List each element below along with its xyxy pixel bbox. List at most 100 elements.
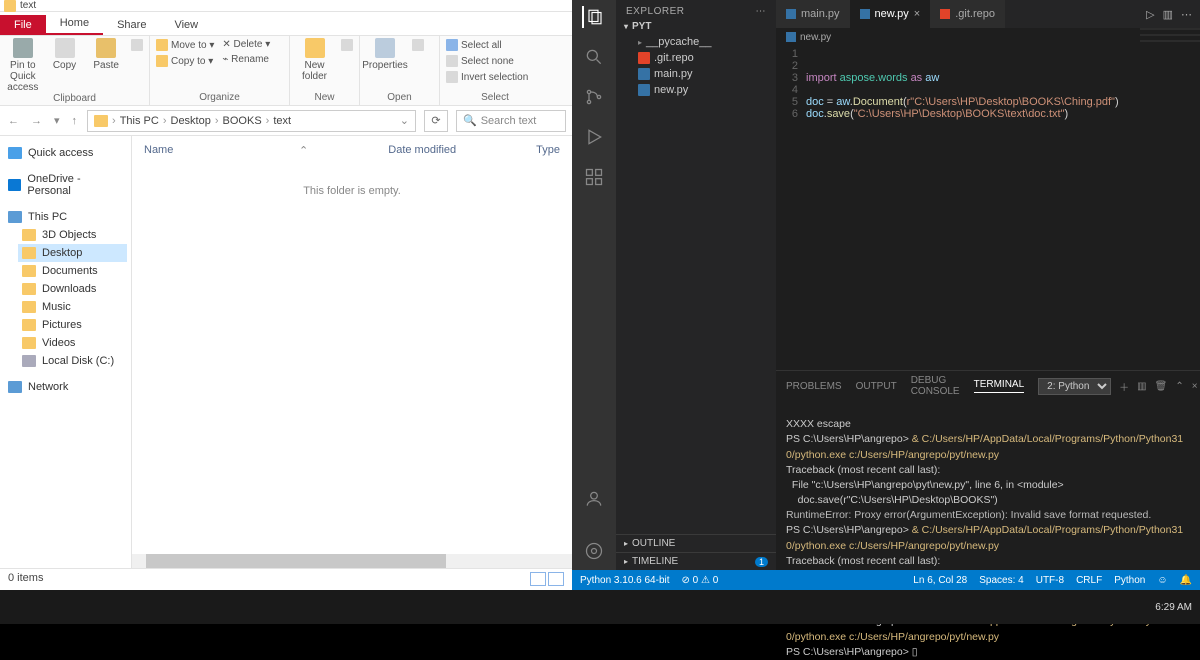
panel-tab-debug[interactable]: DEBUG CONSOLE	[911, 375, 960, 397]
tab-new[interactable]: new.py×	[850, 0, 931, 28]
properties-button[interactable]: Properties	[364, 38, 406, 71]
split-editor-button[interactable]: ▥	[1163, 8, 1173, 21]
close-panel-button[interactable]: ×	[1192, 381, 1198, 392]
up-button[interactable]: ↑	[70, 115, 80, 127]
new-folder-button[interactable]: New folder	[294, 38, 335, 82]
file-main[interactable]: main.py	[616, 66, 776, 82]
invert-selection-button[interactable]: Invert selection	[444, 70, 530, 84]
settings-icon[interactable]	[583, 540, 605, 562]
terminal-selector[interactable]: 2: Python	[1038, 378, 1111, 395]
taskbar[interactable]: 6:29 AM	[0, 590, 1200, 624]
details-view-button[interactable]	[530, 572, 546, 586]
tab-file[interactable]: File	[0, 15, 46, 35]
status-notifications[interactable]: 🔔	[1180, 575, 1192, 586]
more-icon[interactable]: ⋯	[756, 6, 767, 17]
paste-button[interactable]: Paste	[87, 38, 125, 71]
split-terminal-button[interactable]: ▥	[1137, 381, 1146, 392]
minimap[interactable]	[1140, 28, 1200, 108]
breadcrumb-item[interactable]: text	[273, 115, 291, 127]
accounts-icon[interactable]	[583, 488, 605, 510]
file-gitrepo[interactable]: .git.repo	[616, 50, 776, 66]
scm-activity-icon[interactable]	[583, 86, 605, 108]
tree-videos[interactable]: Videos	[18, 334, 127, 352]
cut-button[interactable]	[129, 38, 145, 52]
breadcrumb-item[interactable]: BOOKS	[223, 115, 262, 127]
search-input[interactable]: 🔍Search text	[456, 110, 566, 132]
tab-main[interactable]: main.py	[776, 0, 850, 28]
forward-button[interactable]: →	[29, 115, 44, 127]
tree-documents[interactable]: Documents	[18, 262, 127, 280]
file-list-area[interactable]: Name ⌃ Date modified Type This folder is…	[132, 136, 572, 568]
status-python[interactable]: Python 3.10.6 64-bit	[580, 575, 670, 586]
search-activity-icon[interactable]	[583, 46, 605, 68]
refresh-button[interactable]: ⟳	[424, 110, 448, 132]
timeline-section[interactable]: TIMELINE1	[616, 552, 776, 570]
status-spaces[interactable]: Spaces: 4	[979, 575, 1023, 586]
recent-dropdown[interactable]: ▾	[52, 114, 62, 127]
status-cursor[interactable]: Ln 6, Col 28	[913, 575, 967, 586]
status-eol[interactable]: CRLF	[1076, 575, 1102, 586]
copy-button[interactable]: Copy	[46, 38, 84, 71]
back-button[interactable]: ←	[6, 115, 21, 127]
code-editor[interactable]: 1 2 3import aspose.words as aw 4 5doc = …	[776, 46, 1200, 122]
file-new[interactable]: new.py	[616, 82, 776, 98]
python-icon	[638, 84, 650, 96]
extensions-activity-icon[interactable]	[583, 166, 605, 188]
explorer-activity-icon[interactable]	[582, 6, 604, 28]
tab-share[interactable]: Share	[103, 15, 160, 35]
window-titlebar[interactable]: text	[0, 0, 572, 12]
outline-section[interactable]: OUTLINE	[616, 534, 776, 552]
kill-terminal-button[interactable]: 🗑	[1155, 381, 1168, 392]
scrollbar-thumb[interactable]	[146, 554, 446, 568]
col-date[interactable]: Date modified	[388, 144, 456, 157]
new-item-button[interactable]	[339, 38, 355, 52]
status-encoding[interactable]: UTF-8	[1036, 575, 1064, 586]
tab-gitrepo[interactable]: .git.repo	[930, 0, 1005, 28]
group-label-select: Select	[444, 92, 546, 103]
horizontal-scrollbar[interactable]	[132, 554, 572, 568]
tree-pictures[interactable]: Pictures	[18, 316, 127, 334]
move-to-button[interactable]: Move to ▾	[154, 38, 216, 52]
more-actions-button[interactable]: ⋯	[1181, 8, 1192, 21]
maximize-panel-button[interactable]: ⌃	[1175, 381, 1183, 392]
workspace-header[interactable]: PYT	[616, 19, 776, 34]
breadcrumb-item[interactable]: Desktop	[171, 115, 211, 127]
pin-quick-access-button[interactable]: Pin to Quick access	[4, 38, 42, 93]
tree-local-disk[interactable]: Local Disk (C:)	[18, 352, 127, 370]
status-diagnostics[interactable]: ⊘ 0 ⚠ 0	[682, 575, 719, 586]
tab-home[interactable]: Home	[46, 13, 103, 35]
debug-activity-icon[interactable]	[583, 126, 605, 148]
delete-button[interactable]: ✕ Delete ▾	[220, 38, 272, 51]
tree-network[interactable]: Network	[4, 378, 127, 396]
tree-onedrive[interactable]: OneDrive - Personal	[4, 170, 127, 200]
new-terminal-button[interactable]: ＋	[1119, 379, 1129, 394]
status-feedback[interactable]: ☺	[1157, 575, 1167, 586]
status-language[interactable]: Python	[1114, 575, 1145, 586]
select-none-button[interactable]: Select none	[444, 54, 530, 68]
copy-to-button[interactable]: Copy to ▾	[154, 54, 216, 68]
tab-view[interactable]: View	[160, 15, 212, 35]
close-icon[interactable]: ×	[914, 8, 920, 20]
rename-button[interactable]: ⌁ Rename	[220, 53, 272, 66]
breadcrumb-item[interactable]: This PC	[120, 115, 159, 127]
panel-tab-output[interactable]: OUTPUT	[856, 381, 897, 392]
breadcrumb[interactable]: › This PC› Desktop› BOOKS› text ⌄	[87, 110, 416, 132]
system-clock[interactable]: 6:29 AM	[1155, 602, 1192, 613]
editor-breadcrumb[interactable]: new.py	[776, 28, 1200, 46]
breadcrumb-dropdown[interactable]: ⌄	[400, 114, 409, 127]
tree-downloads[interactable]: Downloads	[18, 280, 127, 298]
thumbnails-view-button[interactable]	[548, 572, 564, 586]
tree-quick-access[interactable]: Quick access	[4, 144, 127, 162]
tree-this-pc[interactable]: This PC	[4, 208, 127, 226]
tree-desktop[interactable]: Desktop	[18, 244, 127, 262]
tree-music[interactable]: Music	[18, 298, 127, 316]
folder-pycache[interactable]: ▸__pycache__	[616, 34, 776, 50]
panel-tab-terminal[interactable]: TERMINAL	[974, 379, 1025, 393]
tree-3d-objects[interactable]: 3D Objects	[18, 226, 127, 244]
col-type[interactable]: Type	[536, 144, 560, 157]
open-button[interactable]	[410, 38, 426, 52]
panel-tab-problems[interactable]: PROBLEMS	[786, 381, 842, 392]
col-name[interactable]: Name	[144, 144, 173, 157]
select-all-button[interactable]: Select all	[444, 38, 530, 52]
run-button[interactable]: ▷	[1146, 8, 1154, 21]
